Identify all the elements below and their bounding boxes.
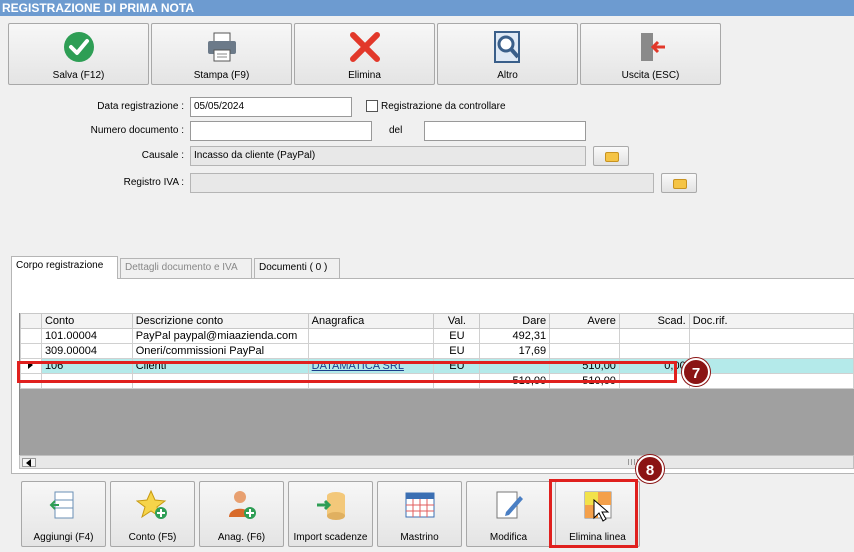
del-date-field[interactable]: [424, 121, 586, 141]
magnifier-icon: [493, 31, 520, 63]
cell-docrif[interactable]: [688, 328, 854, 344]
printer-icon: [207, 32, 236, 62]
registro-iva-browse-button[interactable]: [661, 173, 697, 193]
cell-dare[interactable]: 17,69: [479, 343, 551, 359]
exit-button[interactable]: Uscita (ESC): [580, 23, 721, 85]
calendar-grid-icon: [405, 492, 434, 518]
exit-button-label: Uscita (ESC): [621, 70, 680, 81]
conto-button[interactable]: Conto (F5): [110, 481, 195, 547]
delete-button-label: Elimina: [348, 70, 381, 81]
column-header-dare[interactable]: Dare: [479, 313, 551, 329]
save-button[interactable]: Salva (F12): [8, 23, 149, 85]
add-row-icon: [49, 491, 73, 519]
add-row-button-label: Aggiungi (F4): [33, 532, 94, 543]
cell-descrizione[interactable]: PayPal paypal@miaazienda.com: [131, 328, 309, 344]
cell-anagrafica[interactable]: [307, 343, 435, 359]
registro-iva-field[interactable]: [190, 173, 654, 193]
numero-documento-label: Numero documento :: [90, 125, 184, 136]
column-header-val[interactable]: Val.: [433, 313, 481, 329]
row-selector[interactable]: [20, 343, 42, 359]
annotation-highlight-row: [17, 361, 677, 383]
import-icon: [316, 492, 345, 520]
cell-anagrafica[interactable]: [307, 328, 435, 344]
causale-browse-button[interactable]: [593, 146, 629, 166]
tab-corpo-registrazione[interactable]: Corpo registrazione: [11, 256, 118, 279]
cell-val[interactable]: EU: [433, 328, 481, 344]
window-title: REGISTRAZIONE DI PRIMA NOTA: [0, 0, 854, 16]
registrazione-da-controllare-label: Registrazione da controllare: [381, 101, 506, 112]
save-button-label: Salva (F12): [52, 70, 105, 81]
horizontal-scrollbar[interactable]: [19, 455, 854, 469]
tab-documenti[interactable]: Documenti ( 0 ): [254, 258, 340, 278]
cell-dare[interactable]: 492,31: [479, 328, 551, 344]
tab-dettagli-documento-iva[interactable]: Dettagli documento e IVA: [120, 258, 252, 278]
cell-val[interactable]: EU: [433, 343, 481, 359]
column-header-conto[interactable]: Conto: [40, 313, 133, 329]
user-add-icon: [228, 491, 256, 519]
cell-conto[interactable]: 101.00004: [40, 328, 133, 344]
grid-header-row: Conto Descrizione conto Anagrafica Val. …: [20, 313, 854, 329]
row-selector[interactable]: [20, 328, 42, 344]
print-button[interactable]: Stampa (F9): [151, 23, 292, 85]
cell-docrif[interactable]: [688, 358, 854, 374]
star-add-icon: [135, 489, 167, 519]
add-row-button[interactable]: Aggiungi (F4): [21, 481, 106, 547]
causale-field[interactable]: Incasso da cliente (PayPal): [190, 146, 586, 166]
cell-scad[interactable]: [618, 328, 690, 344]
check-icon: [63, 32, 94, 62]
anagrafica-button[interactable]: Anag. (F6): [199, 481, 284, 547]
folder-icon: [605, 152, 619, 162]
table-row[interactable]: 101.00004 PayPal paypal@miaazienda.com E…: [20, 328, 854, 344]
mastrino-button-label: Mastrino: [400, 532, 439, 543]
data-registrazione-field[interactable]: 05/05/2024: [190, 97, 352, 117]
folder-icon: [673, 179, 687, 189]
cell-descrizione[interactable]: Oneri/commissioni PayPal: [131, 343, 309, 359]
causale-label: Causale :: [141, 150, 184, 161]
edit-icon: [496, 491, 523, 519]
scroll-left-icon[interactable]: [22, 458, 36, 467]
column-header-descrizione[interactable]: Descrizione conto: [131, 313, 309, 329]
column-header-avere[interactable]: Avere: [549, 313, 620, 329]
cell-scad[interactable]: [618, 343, 690, 359]
other-button-label: Altro: [497, 70, 518, 81]
cell-docrif[interactable]: [688, 343, 854, 359]
import-scadenze-button[interactable]: Import scadenze: [288, 481, 373, 547]
mastrino-button[interactable]: Mastrino: [377, 481, 462, 547]
print-button-label: Stampa (F9): [193, 70, 250, 81]
cell-avere[interactable]: [549, 328, 620, 344]
column-header-docrif[interactable]: Doc.rif.: [688, 313, 854, 329]
anagrafica-button-label: Anag. (F6): [217, 532, 266, 543]
delete-x-icon: [349, 32, 380, 62]
exit-door-icon: [640, 33, 665, 61]
cell-conto[interactable]: 309.00004: [40, 343, 133, 359]
cell-avere[interactable]: [549, 343, 620, 359]
conto-button-label: Conto (F5): [128, 532, 177, 543]
annotation-badge-7: 7: [682, 358, 710, 386]
cell-empty: [688, 373, 854, 389]
registro-iva-label: Registro IVA :: [123, 177, 184, 188]
numero-documento-field[interactable]: [190, 121, 372, 141]
annotation-highlight-button: [549, 479, 638, 548]
data-registrazione-label: Data registrazione :: [97, 101, 184, 112]
registration-grid: Conto Descrizione conto Anagrafica Val. …: [19, 313, 854, 455]
delete-button[interactable]: Elimina: [294, 23, 435, 85]
del-label: del: [389, 125, 403, 136]
registrazione-da-controllare-checkbox[interactable]: [366, 100, 378, 112]
modifica-button[interactable]: Modifica: [466, 481, 551, 547]
import-scadenze-button-label: Import scadenze: [293, 532, 368, 543]
modifica-button-label: Modifica: [489, 532, 528, 543]
column-header-scad[interactable]: Scad.: [618, 313, 690, 329]
row-selector-header: [20, 313, 42, 329]
annotation-badge-8: 8: [636, 455, 664, 483]
column-header-anagrafica[interactable]: Anagrafica: [307, 313, 435, 329]
table-row[interactable]: 309.00004 Oneri/commissioni PayPal EU 17…: [20, 343, 854, 359]
other-button[interactable]: Altro: [437, 23, 578, 85]
